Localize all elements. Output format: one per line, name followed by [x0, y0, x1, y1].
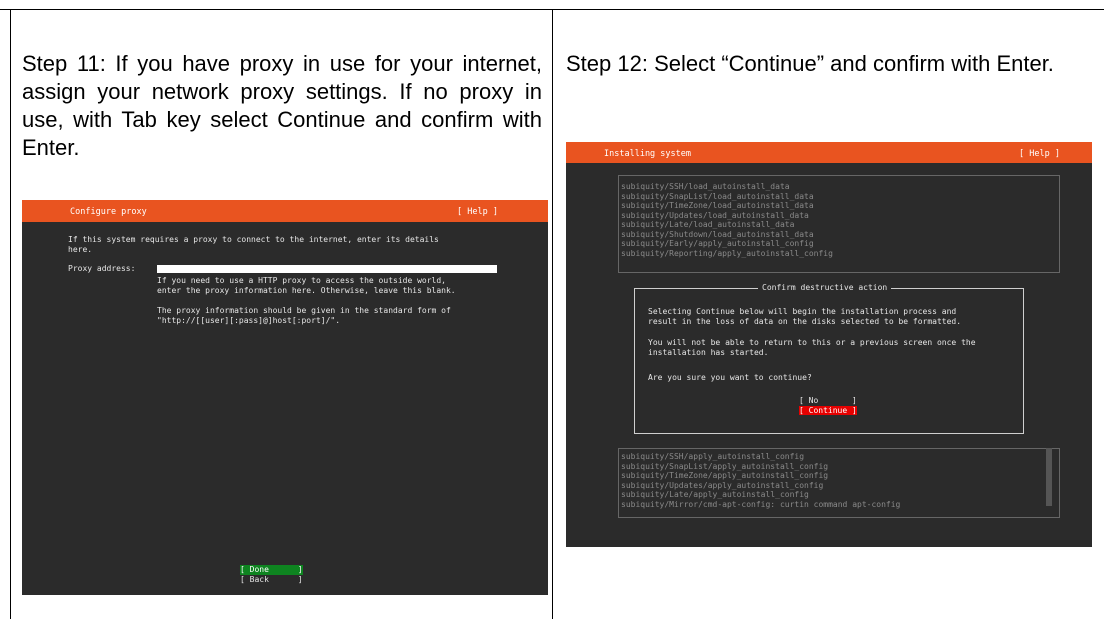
proxy-address-label: Proxy address:	[68, 264, 136, 273]
log-line: subiquity/SSH/apply_autoinstall_config	[621, 452, 805, 461]
dialog-p1-line-2: result in the loss of data on the disks …	[648, 316, 962, 326]
log-line: subiquity/Reporting/apply_autoinstall_co…	[621, 248, 833, 258]
log-scrollbar[interactable]	[1046, 448, 1052, 506]
table-divider	[552, 9, 553, 619]
hint-line-2: enter the proxy information here. Otherw…	[157, 285, 456, 295]
screen-title: Installing system	[604, 149, 691, 159]
log-line: subiquity/Late/apply_autoinstall_config	[621, 490, 809, 499]
log-line: subiquity/Mirror/cmd-apt-config: curtin …	[621, 499, 901, 509]
dialog-p2-line-1: You will not be able to return to this o…	[648, 338, 976, 347]
dialog-p1-line-1: Selecting Continue below will begin the …	[648, 307, 957, 316]
hint2-line-2: "http://[[user][:pass]@]host[:port]/".	[157, 315, 341, 325]
step-12-text: Step 12: Select “Continue” and confirm w…	[566, 51, 1054, 76]
hint-line-1: If you need to use a HTTP proxy to acces…	[157, 276, 446, 285]
proxy-address-input[interactable]	[157, 265, 497, 273]
log-line: subiquity/SSH/load_autoinstall_data	[621, 182, 790, 191]
log-line: subiquity/Shutdown/load_autoinstall_data	[621, 229, 814, 239]
dialog-question: Are you sure you want to continue?	[648, 373, 812, 382]
screen-title: Configure proxy	[70, 207, 147, 217]
intro-line-2: here.	[68, 244, 93, 254]
hint2-line-1: The proxy information should be given in…	[157, 306, 451, 315]
log-line: subiquity/Updates/load_autoinstall_data	[621, 210, 809, 220]
log-line: subiquity/TimeZone/load_autoinstall_data	[621, 201, 814, 210]
continue-button[interactable]: [ Continue ]	[799, 405, 857, 415]
back-button[interactable]: [ Back ]	[240, 575, 303, 585]
dialog-p2-line-2: installation has started.	[648, 347, 769, 357]
done-button[interactable]: [ Done ]	[240, 565, 303, 575]
title-bar: Configure proxy [ Help ]	[22, 200, 548, 222]
step-11-text: Step 11: If you have proxy in use for yo…	[22, 51, 542, 160]
log-line: subiquity/SnapList/load_autoinstall_data	[621, 191, 814, 201]
log-line: subiquity/Late/load_autoinstall_data	[621, 220, 795, 229]
log-line: subiquity/SnapList/apply_autoinstall_con…	[621, 461, 829, 471]
configure-proxy-screenshot: Configure proxy [ Help ] If this system …	[22, 200, 548, 595]
intro-line-1: If this system requires a proxy to conne…	[68, 235, 439, 244]
help-button[interactable]: [ Help ]	[1019, 149, 1060, 159]
log-line: subiquity/Updates/apply_autoinstall_conf…	[621, 480, 824, 490]
installing-system-screenshot: Installing system [ Help ] subiquity/SSH…	[566, 142, 1092, 547]
title-bar: Installing system [ Help ]	[566, 142, 1092, 163]
log-line: subiquity/TimeZone/apply_autoinstall_con…	[621, 471, 829, 480]
log-line: subiquity/Early/apply_autoinstall_config	[621, 239, 814, 248]
no-button[interactable]: [ No ]	[799, 396, 857, 406]
help-button[interactable]: [ Help ]	[457, 207, 498, 217]
table-left-border	[10, 9, 11, 619]
dialog-title: Confirm destructive action	[758, 283, 892, 293]
